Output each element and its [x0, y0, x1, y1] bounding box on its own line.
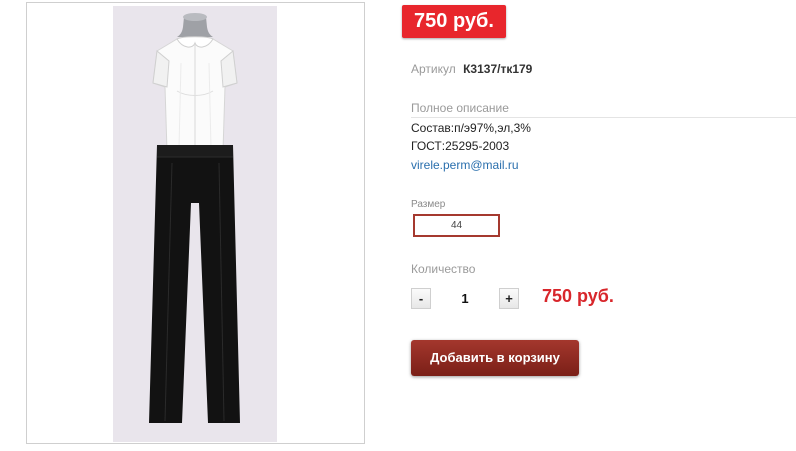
quantity-decrease-button[interactable]: - [411, 288, 431, 309]
gost-text: ГОСТ:25295-2003 [411, 139, 510, 153]
quantity-label: Количество [411, 262, 476, 276]
sku-value: К3137/тк179 [463, 62, 533, 76]
add-to-cart-button[interactable]: Добавить в корзину [411, 340, 579, 376]
sku-row: Артикул К3137/тк179 [411, 62, 532, 76]
price-badge: 750 руб. [402, 5, 506, 38]
size-label: Размер [411, 199, 446, 210]
quantity-increase-button[interactable]: + [499, 288, 519, 309]
composition-text: Состав:п/э97%,эл,3% [411, 121, 531, 135]
product-photo [149, 13, 240, 423]
email-link[interactable]: virele.perm@mail.ru [411, 158, 519, 172]
size-select[interactable]: 44 [413, 214, 500, 237]
total-price: 750 руб. [542, 286, 614, 306]
sku-label: Артикул [411, 62, 456, 76]
quantity-input[interactable]: 1 [445, 289, 485, 309]
product-photo-frame[interactable] [26, 2, 365, 444]
description-title: Полное описание [411, 101, 509, 115]
description-divider [411, 117, 796, 118]
